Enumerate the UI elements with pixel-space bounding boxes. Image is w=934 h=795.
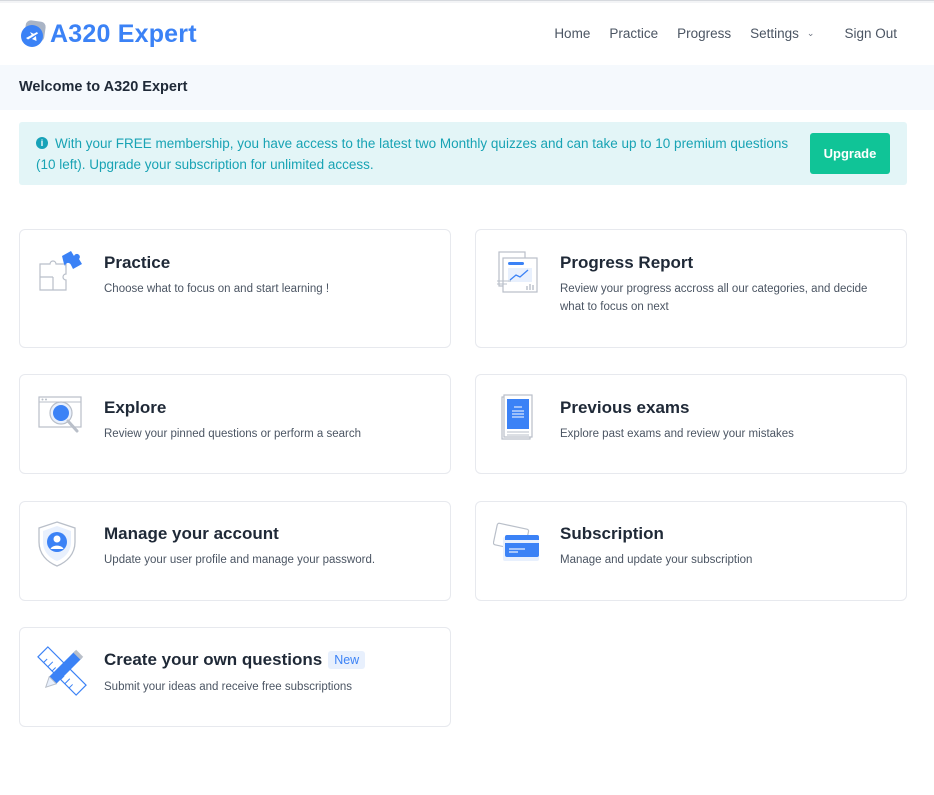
plane-icon [18, 19, 48, 49]
puzzle-icon [37, 248, 87, 298]
welcome-bar: Welcome to A320 Expert [0, 65, 934, 110]
nav-sign-out[interactable]: Sign Out [844, 26, 897, 41]
card-practice-title: Practice [104, 253, 171, 272]
card-create-questions[interactable]: Create your own questions New Submit you… [19, 627, 451, 727]
card-practice[interactable]: Practice Choose what to focus on and sta… [19, 229, 451, 348]
card-create-desc: Submit your ideas and receive free subsc… [104, 681, 353, 693]
new-badge: New [328, 651, 366, 669]
credit-card-icon [492, 520, 543, 570]
shield-user-icon [37, 520, 87, 570]
nav-home[interactable]: Home [554, 26, 590, 41]
card-progress-report[interactable]: Progress Report Review your progress acc… [475, 229, 907, 348]
magnifier-icon [37, 393, 87, 443]
card-exams-title: Previous exams [560, 398, 690, 417]
report-icon [493, 248, 543, 298]
card-exams-desc: Explore past exams and review your mista… [560, 428, 794, 440]
card-subscription-title: Subscription [560, 524, 664, 543]
card-practice-desc: Choose what to focus on and start learni… [104, 283, 330, 295]
card-subscription[interactable]: Subscription Manage and update your subs… [475, 501, 907, 601]
card-manage-account[interactable]: Manage your account Update your user pro… [19, 501, 451, 601]
main-nav: Home Practice Progress Settings ⌄ Sign O… [535, 26, 897, 41]
page-title: Welcome to A320 Expert [19, 79, 188, 95]
book-icon [493, 393, 543, 443]
card-subscription-desc: Manage and update your subscription [560, 554, 753, 566]
membership-alert: i With your FREE membership, you have ac… [19, 122, 907, 185]
top-navbar: A320 Expert Home Practice Progress Setti… [0, 3, 934, 65]
card-explore[interactable]: Explore Review your pinned questions or … [19, 374, 451, 474]
nav-settings-label: Settings [750, 26, 799, 41]
card-progress-title: Progress Report [560, 253, 694, 272]
card-create-title-row: Create your own questions New [104, 650, 366, 670]
card-explore-title: Explore [104, 398, 167, 417]
brand-link[interactable]: A320 Expert [18, 19, 197, 49]
brand-name: A320 Expert [50, 19, 197, 48]
upgrade-button[interactable]: Upgrade [810, 133, 890, 174]
nav-settings-dropdown[interactable]: Settings ⌄ [750, 26, 814, 41]
nav-practice[interactable]: Practice [609, 26, 658, 41]
card-explore-desc: Review your pinned questions or perform … [104, 428, 361, 440]
chevron-down-icon: ⌄ [806, 28, 815, 38]
card-create-title: Create your own questions [104, 650, 323, 669]
card-account-title: Manage your account [104, 524, 279, 543]
card-progress-desc: Review your progress accross all our cat… [560, 283, 868, 313]
card-previous-exams[interactable]: Previous exams Explore past exams and re… [475, 374, 907, 474]
pencil-ruler-icon [37, 646, 87, 696]
nav-progress[interactable]: Progress [677, 26, 731, 41]
alert-message: With your FREE membership, you have acce… [36, 136, 789, 172]
card-account-desc: Update your user profile and manage your… [104, 554, 376, 566]
